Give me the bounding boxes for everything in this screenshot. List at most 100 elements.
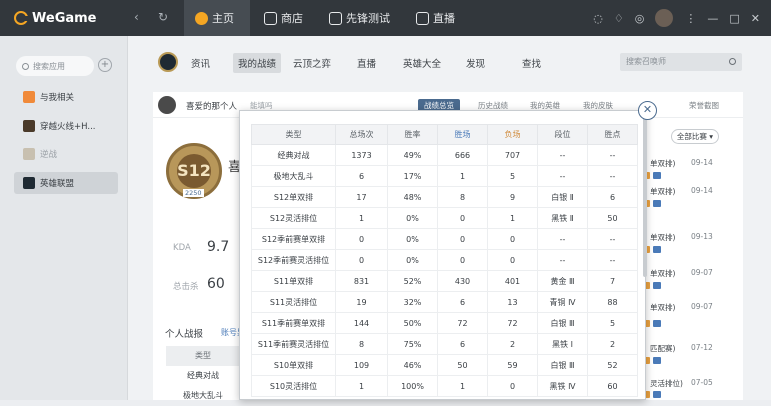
table-cell: 401	[487, 270, 538, 292]
table-cell: 430	[437, 270, 488, 292]
user-avatar[interactable]	[655, 9, 674, 27]
table-cell: 5	[587, 312, 638, 334]
nav-tab-store[interactable]: 商店	[264, 0, 303, 36]
game-controller-icon[interactable]: ◎	[635, 12, 645, 25]
col-total: 总场次	[335, 124, 388, 145]
store-icon	[264, 11, 277, 25]
sidebar-item-label: 与我相关	[40, 93, 75, 103]
match-mode[interactable]: 单双排)	[650, 268, 675, 279]
refresh-icon[interactable]: ↻	[158, 10, 168, 24]
match-mode[interactable]: 单双排)	[650, 158, 675, 169]
sidebar-item-label: 逆战	[40, 150, 58, 160]
table-cell: 9	[487, 186, 538, 208]
close-modal-button[interactable]: ✕	[638, 101, 657, 120]
table-cell: S11灵活排位	[251, 291, 336, 313]
subnav-search[interactable]: 查找	[522, 56, 541, 70]
wegame-logo-icon	[14, 11, 29, 25]
kda-value: 9.7	[207, 239, 230, 255]
table-row: S12季前赛单双排 0 0% 0 0 -- --	[251, 228, 638, 250]
table-row: S11灵活排位 19 32% 6 13 青铜 Ⅳ 88	[251, 291, 638, 313]
subnav-heroes[interactable]: 英雄大全	[403, 56, 441, 70]
summoner-level: 2250	[183, 189, 204, 197]
table-cell: S12季前赛单双排	[251, 228, 336, 250]
match-mode[interactable]: 灵活排位)	[650, 378, 683, 389]
minimize-icon[interactable]: —	[707, 12, 718, 25]
table-cell: 707	[487, 144, 538, 166]
image-icon	[653, 357, 661, 364]
subnav-discover[interactable]: 发现	[466, 56, 485, 70]
table-cell: 6	[587, 186, 638, 208]
tv-icon	[416, 11, 429, 25]
table-cell: 13	[487, 291, 538, 313]
col-tier: 段位	[537, 124, 588, 145]
table-cell: 0	[437, 207, 488, 229]
profile-avatar[interactable]	[158, 96, 176, 114]
maximize-icon[interactable]: □	[729, 12, 739, 25]
subnav-my-record[interactable]: 我的战绩	[233, 53, 282, 73]
table-cell: 831	[335, 270, 388, 292]
match-mode[interactable]: 单双排)	[650, 302, 675, 313]
table-cell: 72	[487, 312, 538, 334]
add-app-button[interactable]: +	[98, 58, 112, 72]
sidebar-item-related[interactable]: 与我相关	[14, 86, 118, 108]
table-cell: 1	[335, 375, 388, 397]
nav-label: 先锋测试	[346, 12, 390, 25]
nz-icon	[23, 148, 35, 160]
table-row: S12灵活排位 1 0% 0 1 黑铁 Ⅱ 50	[251, 207, 638, 229]
related-icon	[23, 91, 35, 103]
close-icon[interactable]: ✕	[751, 12, 760, 25]
profile-name: 喜爱的那个人	[186, 102, 238, 112]
subnav-live[interactable]: 直播	[357, 56, 376, 70]
modal-scrollbar[interactable]	[643, 117, 647, 277]
match-date: 09-07	[691, 302, 713, 311]
menu-icon[interactable]: ⋮	[685, 12, 696, 25]
table-cell: 1	[437, 165, 488, 187]
back-arrow-icon[interactable]: ‹	[134, 10, 139, 24]
table-cell: 0	[487, 228, 538, 250]
nav-tab-home[interactable]: 主页	[184, 0, 250, 36]
nav-label: 主页	[212, 12, 234, 25]
wegame-logo[interactable]: WeGame	[14, 9, 97, 27]
sidebar-item-lol[interactable]: 英雄联盟	[14, 172, 118, 194]
match-mode[interactable]: 匹配赛)	[650, 343, 675, 354]
table-row: 极地大乱斗 6 17% 1 5 -- --	[251, 165, 638, 187]
table-cell: --	[537, 228, 588, 250]
table-cell: 6	[335, 165, 388, 187]
table-cell: 50	[587, 207, 638, 229]
table-cell: 经典对战	[251, 144, 336, 166]
table-row: 经典对战 1373 49% 666 707 -- --	[251, 144, 638, 166]
table-cell: 32%	[387, 291, 438, 313]
table-cell: 白银 Ⅱ	[537, 186, 588, 208]
table-cell: S12灵活排位	[251, 207, 336, 229]
table-cell: 0	[437, 249, 488, 271]
table-cell: --	[537, 144, 588, 166]
tab-honor-screenshot[interactable]: 荣誉截图	[689, 100, 719, 111]
match-date: 09-13	[691, 232, 713, 241]
lol-logo[interactable]	[158, 52, 178, 72]
match-mode[interactable]: 单双排)	[650, 232, 675, 243]
table-cell: 1	[335, 207, 388, 229]
table-row: S11季前赛灵活排位 8 75% 6 2 黑铁 Ⅰ2	[251, 333, 638, 355]
chat-icon[interactable]: ◌	[593, 12, 603, 25]
match-date: 07-05	[691, 378, 713, 387]
match-filter-dropdown[interactable]: 全部比赛 ▾	[671, 129, 719, 144]
summoner-search-input[interactable]: 搜索召唤师	[620, 53, 742, 71]
match-mode[interactable]: 单双排)	[650, 186, 675, 197]
table-cell: S11单双排	[251, 270, 336, 292]
nav-label: 直播	[433, 12, 455, 25]
subnav-news[interactable]: 资讯	[191, 56, 210, 70]
subnav-tft[interactable]: 云顶之弈	[293, 56, 331, 70]
table-cell: 7	[587, 270, 638, 292]
table-cell: 6	[437, 291, 488, 313]
nav-tab-beta[interactable]: 先锋测试	[329, 0, 390, 36]
search-placeholder: 搜索应用	[33, 61, 65, 71]
nav-tab-live[interactable]: 直播	[416, 0, 455, 36]
sidebar-item-label: 穿越火线+H...	[40, 122, 96, 132]
table-cell: 1373	[335, 144, 388, 166]
sidebar-item-cf[interactable]: 穿越火线+H...	[14, 115, 118, 137]
search-app-input[interactable]: 搜索应用	[16, 56, 94, 76]
filter-label: 全部比赛	[676, 132, 707, 141]
sidebar-item-nz[interactable]: 逆战	[14, 143, 118, 165]
table-cell: 48%	[387, 186, 438, 208]
gift-icon[interactable]: ♢	[614, 12, 624, 25]
